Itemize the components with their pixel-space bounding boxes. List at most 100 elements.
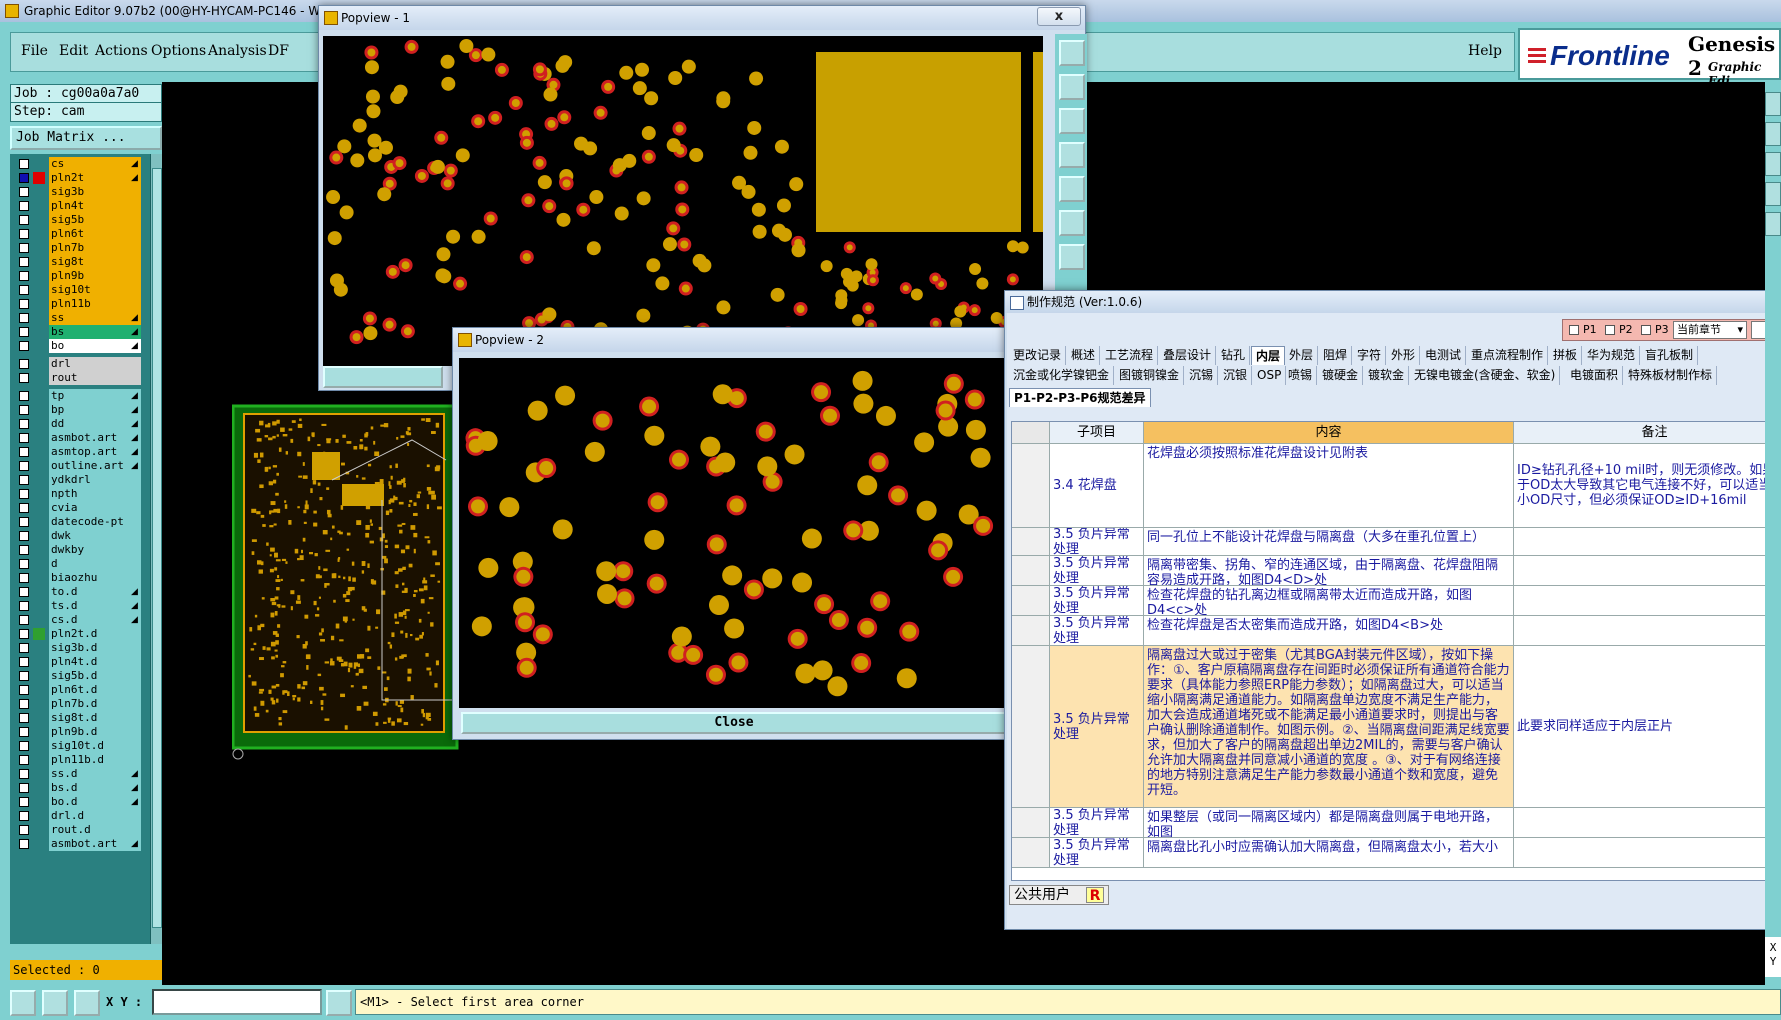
layer-marker[interactable] [33,712,45,724]
layer-name[interactable]: rout.d [49,823,141,837]
layer-name[interactable]: ydkdrl [49,473,141,487]
layer-name[interactable]: pln7b [49,241,141,255]
layer-row[interactable]: asmbot.art ◢ [10,836,162,852]
layer-checkbox[interactable] [19,215,29,225]
layer-name[interactable]: pln7b.d [49,697,141,711]
spec-tab[interactable]: 特殊板材制作标 [1624,366,1718,385]
layer-marker[interactable] [33,242,45,254]
layer-checkbox[interactable] [19,243,29,253]
spec-tab[interactable]: 镀软金 [1364,366,1410,385]
layer-marker[interactable] [33,326,45,338]
row-handle[interactable] [1012,528,1050,555]
layer-marker[interactable] [33,488,45,500]
layer-name[interactable]: dwkby [49,543,141,557]
layer-marker[interactable] [33,600,45,612]
layer-marker[interactable] [33,172,45,184]
layer-name[interactable]: pln4t.d [49,655,141,669]
side-tool-button[interactable] [1765,152,1781,176]
zoom-home-icon[interactable] [1059,244,1085,270]
layer-name[interactable]: bs [49,325,141,339]
zoom-area-icon[interactable] [1059,210,1085,236]
layer-marker[interactable] [33,796,45,808]
menu-edit[interactable]: Edit [59,43,88,59]
layer-marker[interactable] [33,642,45,654]
spec-tab[interactable]: 电测试 [1421,346,1467,365]
layer-checkbox[interactable] [19,299,29,309]
spec-tab[interactable]: 沉金或化学镍钯金 [1009,366,1115,385]
layer-name[interactable]: pln6t.d [49,683,141,697]
layer-checkbox[interactable] [19,391,29,401]
zoom-fit-icon[interactable] [1059,40,1085,66]
layer-marker[interactable] [33,572,45,584]
layer-name[interactable]: cs [49,157,141,171]
layer-name[interactable]: cvia [49,501,141,515]
layer-checkbox[interactable] [19,341,29,351]
layer-marker[interactable] [33,838,45,850]
popview-1-titlebar[interactable]: Popview - 1 [319,6,1085,30]
spec-tab[interactable]: 华为规范 [1583,346,1641,365]
spec-tab[interactable]: 沉锡 [1185,366,1219,385]
menu-options[interactable]: Options [151,43,206,59]
layer-name[interactable]: cs.d [49,613,141,627]
layer-name[interactable]: asmtop.art [49,445,141,459]
spec-tab[interactable]: OSP [1253,366,1287,385]
spec-tab[interactable]: 图镀铜镍金 [1115,366,1185,385]
layer-checkbox[interactable] [19,559,29,569]
layer-marker[interactable] [33,298,45,310]
layer-checkbox[interactable] [19,755,29,765]
layer-marker[interactable] [33,530,45,542]
layer-row[interactable]: bo ◢ [10,338,162,354]
row-handle[interactable] [1012,586,1050,615]
layer-name[interactable]: biaozhu [49,571,141,585]
layer-marker[interactable] [33,186,45,198]
layer-marker[interactable] [33,228,45,240]
layer-checkbox[interactable] [19,257,29,267]
layer-checkbox[interactable] [19,187,29,197]
layer-name[interactable]: d [49,557,141,571]
layer-checkbox[interactable] [19,359,29,369]
layer-checkbox[interactable] [19,271,29,281]
spec-tab[interactable]: 沉银 [1219,366,1253,385]
layer-checkbox[interactable] [19,433,29,443]
layer-marker[interactable] [33,460,45,472]
layer-name[interactable]: asmbot.art [49,431,141,445]
layer-name[interactable]: dwk [49,529,141,543]
spec-tab[interactable]: 无镍电镀金(含硬金、软金) [1410,366,1561,385]
layer-checkbox[interactable] [19,517,29,527]
layer-name[interactable]: pln9b [49,269,141,283]
spec-tab[interactable]: 外层 [1285,346,1319,365]
layer-checkbox[interactable] [19,713,29,723]
layer-name[interactable]: ss [49,311,141,325]
spec-tab[interactable]: P1-P2-P3-P6规范差异 [1009,388,1151,407]
row-handle[interactable] [1012,838,1050,867]
layer-name[interactable]: sig5b.d [49,669,141,683]
layer-marker[interactable] [33,768,45,780]
popview-1-pcb-view[interactable] [323,36,1043,366]
layer-name[interactable]: sig8t [49,255,141,269]
table-row[interactable]: 3.5 负片异常处理 如果整层（或同一隔离区域内）都是隔离盘则属于电地开路，如图 [1012,808,1781,838]
layer-name[interactable]: ss.d [49,767,141,781]
layer-marker[interactable] [33,698,45,710]
zoom-out-icon[interactable] [1059,108,1085,134]
layer-name[interactable]: bo [49,339,141,353]
snap-icon[interactable] [10,990,36,1016]
chapter-select[interactable]: 当前章节 ▾ [1673,321,1747,339]
layer-marker[interactable] [33,782,45,794]
layer-marker[interactable] [33,558,45,570]
layer-checkbox[interactable] [19,797,29,807]
layer-name[interactable]: drl [49,357,141,371]
layer-checkbox[interactable] [19,285,29,295]
layer-checkbox[interactable] [19,643,29,653]
layer-marker[interactable] [33,726,45,738]
spec-tab[interactable]: 喷锡 [1284,366,1318,385]
spec-tab[interactable]: 概述 [1067,346,1101,365]
layer-checkbox[interactable] [19,475,29,485]
spec-tab[interactable]: 内层 [1251,346,1286,365]
spec-tab[interactable]: 拼板 [1549,346,1583,365]
layer-checkbox[interactable] [19,685,29,695]
layer-name[interactable]: datecode-pt [49,515,141,529]
layer-checkbox[interactable] [19,159,29,169]
layer-name[interactable]: tp [49,389,141,403]
spec-tab[interactable]: 电镀面积 [1566,366,1624,385]
layer-checkbox[interactable] [19,573,29,583]
